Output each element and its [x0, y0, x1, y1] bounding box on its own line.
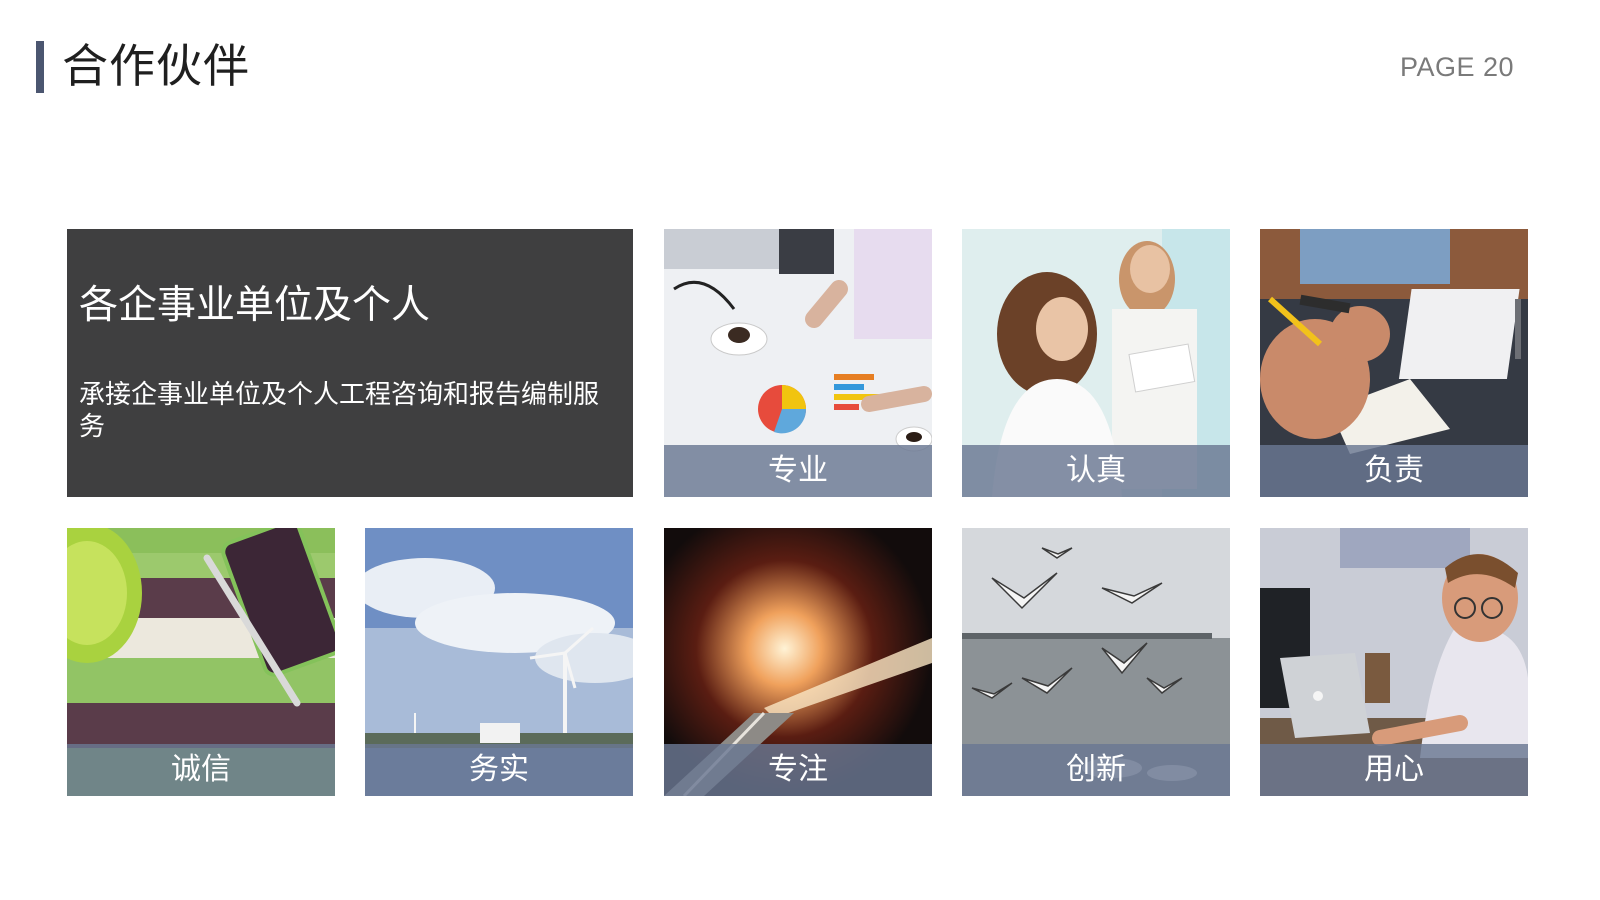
page-number: PAGE 20 [1399, 52, 1514, 82]
tile-caption: 专业 [664, 445, 932, 497]
tile-caption: 负责 [1260, 445, 1528, 497]
tile-wind-turbines[interactable]: 务实 [365, 528, 633, 796]
tile-two-women[interactable]: 认真 [962, 229, 1230, 497]
tile-pen-phone[interactable]: 诚信 [67, 528, 335, 796]
feature-panel: 各企事业单位及个人 承接企事业单位及个人工程咨询和报告编制服务 [67, 229, 633, 497]
tile-caption: 务实 [365, 744, 633, 796]
tile-caption: 认真 [962, 445, 1230, 497]
tile-office-meeting[interactable]: 专业 [664, 229, 932, 497]
tile-caption: 创新 [962, 744, 1230, 796]
tile-man-laptop[interactable]: 用心 [1260, 528, 1528, 796]
title-accent-bar [36, 41, 44, 93]
tile-seagulls[interactable]: 创新 [962, 528, 1230, 796]
tile-caption: 用心 [1260, 744, 1528, 796]
tile-tunnel-light[interactable]: 专注 [664, 528, 932, 796]
feature-title: 各企事业单位及个人 [79, 283, 431, 328]
tile-caption: 专注 [664, 744, 932, 796]
page-title: 合作伙伴 [62, 39, 250, 93]
feature-description: 承接企事业单位及个人工程咨询和报告编制服务 [79, 380, 600, 442]
tile-writing-notes[interactable]: 负责 [1260, 229, 1528, 497]
tile-caption: 诚信 [67, 744, 335, 796]
